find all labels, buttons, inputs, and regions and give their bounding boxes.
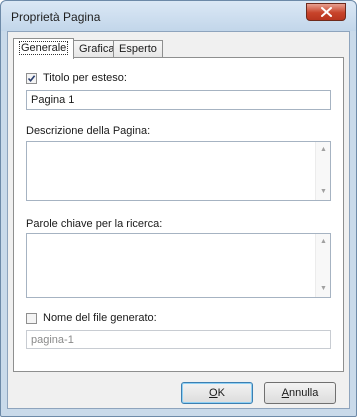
scroll-down-icon[interactable]: ▼ xyxy=(320,285,327,293)
full-title-checkbox[interactable] xyxy=(26,72,37,84)
tab-esperto[interactable]: Esperto xyxy=(113,40,163,57)
keywords-scrollbar[interactable]: ▲ ▼ xyxy=(315,234,330,297)
dialog-client-area: Generale Grafica Esperto Titolo per este… xyxy=(7,31,350,409)
description-label: Descrizione della Pagina: xyxy=(26,125,151,137)
full-title-row: Titolo per esteso: xyxy=(26,72,127,84)
generated-file-checkbox[interactable] xyxy=(26,312,37,324)
generated-file-row: Nome del file generato: xyxy=(26,312,157,324)
close-button[interactable] xyxy=(306,3,346,21)
title-bar[interactable]: Proprietà Pagina xyxy=(1,1,356,31)
ok-button[interactable]: OK xyxy=(181,382,253,404)
tab-generale-label: Generale xyxy=(19,41,69,55)
dialog-window: Proprietà Pagina Generale Grafica Espert… xyxy=(0,0,357,417)
cancel-mnemonic: A xyxy=(281,387,289,399)
scroll-up-icon[interactable]: ▲ xyxy=(320,146,327,154)
ok-label-rest: K xyxy=(217,387,225,399)
full-title-input[interactable]: Pagina 1 xyxy=(26,90,331,110)
description-textarea[interactable]: ▲ ▼ xyxy=(26,141,331,201)
ok-mnemonic: O xyxy=(209,387,218,399)
full-title-label: Titolo per esteso: xyxy=(43,72,127,84)
description-scrollbar[interactable]: ▲ ▼ xyxy=(315,142,330,200)
scroll-up-icon[interactable]: ▲ xyxy=(320,238,327,246)
checkmark-icon xyxy=(27,74,36,82)
keywords-label: Parole chiave per la ricerca: xyxy=(26,218,163,230)
cancel-label-rest: nnulla xyxy=(288,387,319,399)
generated-file-input[interactable]: pagina-1 xyxy=(26,330,331,349)
close-icon xyxy=(321,7,332,17)
tab-grafica-label: Grafica xyxy=(79,43,115,55)
scroll-down-icon[interactable]: ▼ xyxy=(320,188,327,196)
window-title: Proprietà Pagina xyxy=(11,10,101,24)
tab-generale[interactable]: Generale xyxy=(13,38,75,59)
cancel-button[interactable]: Annulla xyxy=(264,382,336,404)
keywords-textarea[interactable]: ▲ ▼ xyxy=(26,233,331,298)
tab-esperto-label: Esperto xyxy=(119,43,157,55)
generated-file-label: Nome del file generato: xyxy=(43,312,157,324)
tab-panel-generale: Titolo per esteso: Pagina 1 Descrizione … xyxy=(13,57,344,372)
